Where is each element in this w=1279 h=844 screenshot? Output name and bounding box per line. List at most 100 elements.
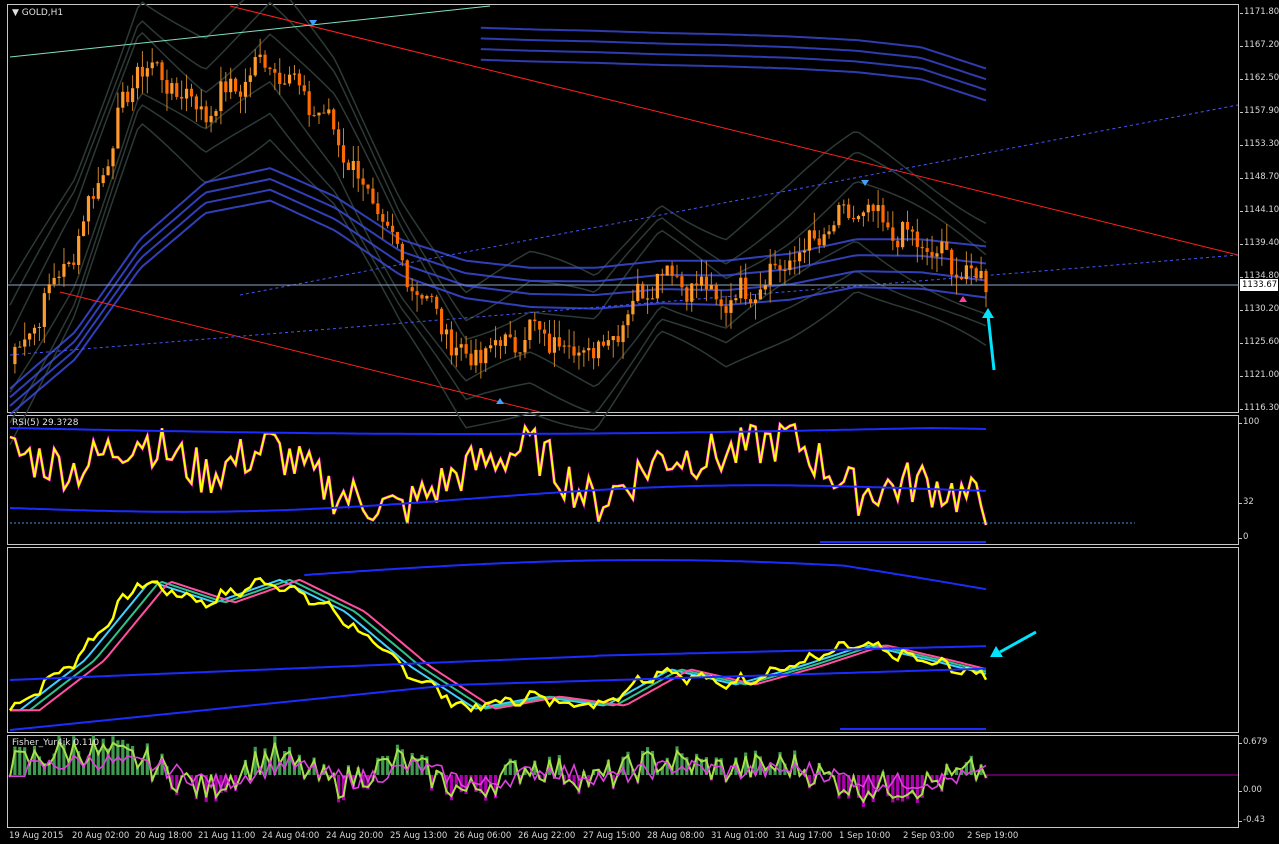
candle-body bbox=[832, 225, 836, 232]
candle-body bbox=[837, 204, 841, 226]
candle-body bbox=[533, 319, 537, 322]
time-tick: 31 Aug 17:00 bbox=[775, 831, 833, 841]
candle-body bbox=[395, 232, 400, 244]
candle-body bbox=[508, 334, 512, 338]
candle-body bbox=[901, 222, 905, 248]
time-tick: 28 Aug 08:00 bbox=[647, 831, 705, 841]
candle-body bbox=[469, 353, 473, 366]
candle-body bbox=[631, 300, 635, 315]
candle-body bbox=[160, 62, 164, 81]
candle-body bbox=[121, 91, 125, 108]
candle-body bbox=[209, 115, 213, 123]
candle-body bbox=[81, 221, 86, 236]
candle-body bbox=[155, 62, 159, 64]
ma-line bbox=[10, 578, 987, 712]
candle-body bbox=[425, 296, 429, 299]
time-tick: 31 Aug 01:00 bbox=[711, 831, 769, 841]
candle-body bbox=[67, 262, 71, 265]
candle-body bbox=[758, 289, 762, 300]
candle-body bbox=[410, 287, 414, 292]
candle-body bbox=[935, 253, 939, 257]
candle-body bbox=[126, 91, 130, 103]
time-tick: 2 Sep 03:00 bbox=[903, 831, 955, 841]
candle-body bbox=[793, 260, 797, 262]
candle-body bbox=[180, 96, 184, 99]
candle-body bbox=[493, 340, 498, 346]
candle-body bbox=[366, 184, 370, 189]
rsi-shadow-line bbox=[9, 421, 988, 526]
candle-body bbox=[101, 175, 105, 184]
candle-body bbox=[930, 251, 934, 257]
candle-body bbox=[287, 74, 292, 84]
candle-body bbox=[866, 204, 870, 213]
candle-body bbox=[47, 284, 51, 294]
candle-body bbox=[734, 298, 738, 301]
ma-line bbox=[10, 578, 987, 712]
candle-body bbox=[699, 276, 704, 286]
candle-body bbox=[111, 148, 115, 167]
candle-body bbox=[145, 68, 149, 77]
fisher-tick: 0.00 bbox=[1239, 785, 1262, 795]
candle-body bbox=[969, 265, 973, 269]
candle-body bbox=[596, 341, 601, 359]
candle-body bbox=[547, 333, 552, 353]
current-price-tag: 1133.67 bbox=[1240, 279, 1278, 291]
candle-body bbox=[135, 66, 140, 89]
candle-body bbox=[140, 66, 145, 77]
candle-body bbox=[371, 188, 375, 204]
candle-body bbox=[601, 341, 606, 346]
candle-body bbox=[582, 350, 586, 353]
price-tick: 1171.80 bbox=[1239, 7, 1279, 17]
candle-body bbox=[439, 308, 444, 335]
symbol-title[interactable]: ▼ GOLD,H1 bbox=[12, 8, 63, 18]
candle-body bbox=[587, 348, 591, 351]
candle-body bbox=[444, 329, 449, 335]
candle-body bbox=[474, 349, 478, 366]
candle-body bbox=[351, 161, 355, 171]
candle-body bbox=[263, 54, 267, 68]
candle-body bbox=[964, 265, 968, 280]
candle-body bbox=[420, 294, 424, 299]
candle-body bbox=[131, 88, 135, 103]
candle-body bbox=[910, 229, 915, 232]
candle-body bbox=[302, 85, 306, 92]
candle-body bbox=[292, 73, 297, 75]
chart-canvas[interactable] bbox=[0, 0, 1279, 844]
candle-body bbox=[479, 349, 483, 364]
candle-body bbox=[719, 299, 723, 307]
candle-body bbox=[518, 352, 522, 354]
candle-body bbox=[459, 344, 463, 348]
fisher-line bbox=[9, 738, 987, 804]
candle-body bbox=[307, 91, 311, 116]
candle-body bbox=[621, 325, 625, 343]
candle-body bbox=[641, 283, 645, 299]
candle-body bbox=[954, 274, 959, 277]
candle-body bbox=[709, 284, 713, 290]
price-tick: 1162.50 bbox=[1239, 73, 1279, 83]
time-tick: 26 Aug 06:00 bbox=[454, 831, 512, 841]
candle-body bbox=[660, 273, 664, 276]
candle-body bbox=[562, 345, 566, 347]
candle-body bbox=[773, 263, 777, 266]
fisher-label: Fisher_Yur4ik 0.110 bbox=[12, 738, 100, 748]
candle-body bbox=[695, 283, 699, 286]
candle-body bbox=[454, 347, 458, 356]
candle-body bbox=[778, 265, 782, 270]
candle-body bbox=[513, 337, 517, 353]
symbol-label: GOLD,H1 bbox=[21, 8, 64, 18]
candle-body bbox=[170, 83, 174, 94]
upper-channel-line bbox=[480, 48, 987, 91]
candle-body bbox=[229, 78, 233, 93]
candle-body bbox=[690, 283, 694, 302]
candle-body bbox=[312, 115, 316, 117]
candle-body bbox=[37, 326, 42, 328]
candle-body bbox=[788, 260, 792, 270]
candle-body bbox=[430, 296, 434, 298]
upper-channel-line bbox=[480, 58, 987, 102]
candle-body bbox=[248, 75, 252, 82]
candle-body bbox=[822, 234, 826, 246]
candle-body bbox=[665, 265, 669, 276]
candle-body bbox=[18, 346, 22, 348]
time-tick: 24 Aug 04:00 bbox=[262, 831, 320, 841]
candle-body bbox=[812, 230, 816, 239]
